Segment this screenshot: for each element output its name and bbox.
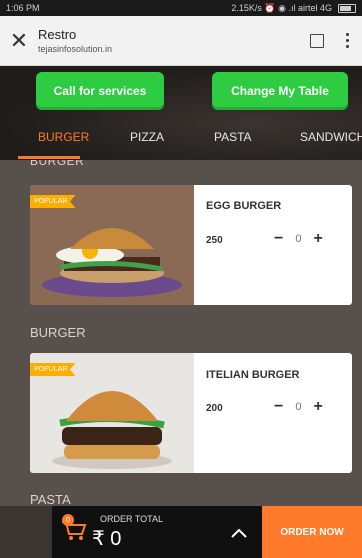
quantity-value: 0 [295,233,302,245]
call-for-services-button[interactable]: Call for services [36,72,164,110]
decrease-button[interactable]: − [274,398,283,416]
popular-badge: POPULAR [30,195,76,208]
order-bar: 0 ORDER TOTAL ₹ 0 ORDER NOW [0,506,362,558]
cart-count-badge: 0 [62,514,74,526]
status-indicators: 2.15K/s ⏰ ◉ .ıl airtel 4G [231,3,356,14]
order-now-button[interactable]: ORDER NOW [262,506,362,558]
menu-list[interactable]: BURGER POPULAR EGG BURGER 250 − 0 + BURG… [0,160,362,506]
increase-button[interactable]: + [313,230,322,248]
browser-bar: ✕ Restro tejasinfosolution.in [0,16,362,66]
section-header-burger: BURGER [30,325,86,340]
status-bar: 1:06 PM 2.15K/s ⏰ ◉ .ıl airtel 4G [0,0,362,16]
egg-burger-image: POPULAR [30,185,194,305]
item-price: 250 [206,235,223,246]
quantity-value: 0 [295,401,302,413]
battery-icon [338,3,356,13]
itelian-burger-image: POPULAR [30,353,194,473]
site-title: Restro [38,27,77,42]
status-right-text: 2.15K/s ⏰ ◉ .ıl airtel 4G [231,2,332,13]
item-name: EGG BURGER [206,200,282,212]
item-name: ITELIAN BURGER [206,369,300,381]
status-time: 1:06 PM [6,3,40,13]
bookmark-icon[interactable] [310,33,324,48]
increase-button[interactable]: + [313,398,322,416]
tab-pasta[interactable]: PASTA [214,130,252,144]
chevron-up-icon[interactable] [230,526,248,540]
change-my-table-button[interactable]: Change My Table [212,72,348,110]
order-total-label: ORDER TOTAL [100,514,164,524]
section-header-pasta: PASTA [30,492,71,506]
site-info: Restro tejasinfosolution.in [38,27,310,54]
item-price: 200 [206,403,223,414]
tab-sandwich[interactable]: SANDWICH [300,130,362,144]
quantity-stepper: − 0 + [274,398,323,416]
active-tab-indicator [18,156,80,159]
order-total-panel[interactable]: 0 ORDER TOTAL ₹ 0 [52,506,262,558]
more-options-icon[interactable] [346,33,350,48]
category-tabs: BURGER PIZZA PASTA SANDWICH [0,118,362,159]
section-header-top: BURGER [30,160,85,168]
tab-pizza[interactable]: PIZZA [130,130,164,144]
menu-item-card: POPULAR ITELIAN BURGER 200 − 0 + [30,353,352,473]
menu-item-card: POPULAR EGG BURGER 250 − 0 + [30,185,352,305]
site-url: tejasinfosolution.in [38,44,113,54]
quantity-stepper: − 0 + [274,230,323,248]
order-total-amount: ₹ 0 [92,528,122,550]
tab-burger[interactable]: BURGER [38,130,89,144]
close-icon[interactable]: ✕ [0,29,38,52]
decrease-button[interactable]: − [274,230,283,248]
popular-badge: POPULAR [30,363,76,376]
